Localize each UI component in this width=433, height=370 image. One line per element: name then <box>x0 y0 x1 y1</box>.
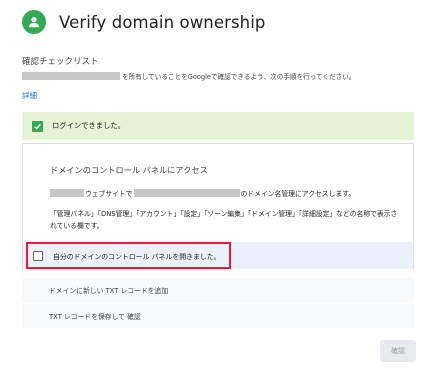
step-instruction-mid: ウェブサイトで <box>85 189 133 198</box>
confirm-checkbox[interactable] <box>33 250 43 261</box>
checklist-description: を所有していることをGoogleで確認できるよう、次の手順を行ってください。 <box>22 71 355 81</box>
login-success-text: ログインできました。 <box>52 121 125 130</box>
redacted-domain <box>22 72 120 80</box>
confirm-button[interactable]: 確認 <box>380 340 416 362</box>
confirm-checkbox-row[interactable]: 自分のドメインのコントロール パネルを開きました。 <box>26 242 231 269</box>
redacted-domain-name <box>133 188 240 197</box>
step-add-txt-record[interactable]: ドメインに新しい TXT レコードを追加 <box>22 278 414 302</box>
person-icon <box>22 10 46 34</box>
checklist-title: 確認チェックリスト <box>22 57 99 67</box>
step-instruction-end: のドメイン名管理にアクセスします。 <box>240 189 356 198</box>
header: Verify domain ownership <box>22 8 266 36</box>
step-note: 「管理パネル」「DNS管理」「アカウント」「設定」「ゾーン編集」「ドメイン管理」… <box>50 210 398 230</box>
checkmark-icon <box>32 120 43 132</box>
step-title: ドメインのコントロール パネルにアクセス <box>50 165 208 175</box>
login-success-banner: ログインできました。 <box>22 112 414 140</box>
checklist-description-text: を所有していることをGoogleで確認できるよう、次の手順を行ってください。 <box>122 73 356 81</box>
step-save-txt-record[interactable]: TXT レコードを保存して 確認 <box>22 304 414 328</box>
confirm-checkbox-label: 自分のドメインのコントロール パネルを開きました。 <box>53 252 221 261</box>
redacted-provider <box>50 188 84 197</box>
page-title: Verify domain ownership <box>59 12 266 32</box>
details-link[interactable]: 詳細 <box>22 90 37 101</box>
step-instruction: ウェブサイトで のドメイン名管理にアクセスします。 <box>50 188 356 198</box>
